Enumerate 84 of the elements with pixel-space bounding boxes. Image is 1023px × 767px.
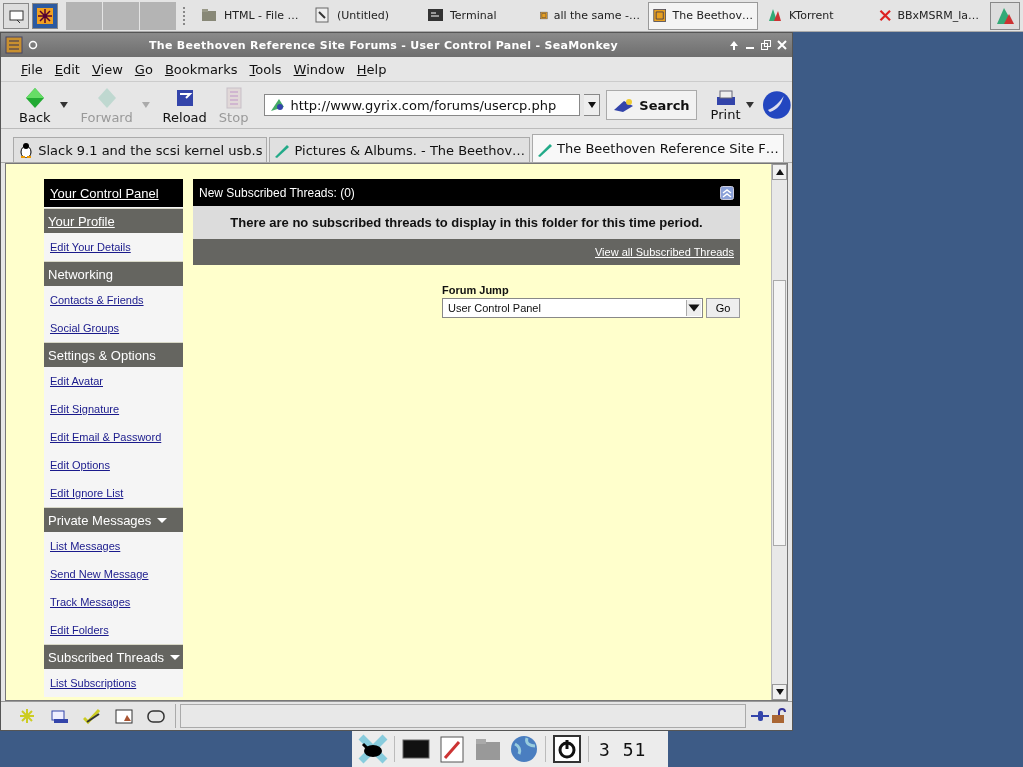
section-heading: Subscribed Threads <box>44 644 183 669</box>
url-dropdown-button[interactable] <box>584 94 601 116</box>
url-field[interactable]: http://www.gyrix.com/forums/usercp.php <box>264 94 581 116</box>
forum-select[interactable]: User Control Panel <box>442 298 704 318</box>
up-arrow-icon[interactable] <box>774 168 785 176</box>
launcher-button[interactable] <box>32 2 58 29</box>
menu-item[interactable]: Window <box>287 61 351 77</box>
star-icon[interactable] <box>19 707 37 725</box>
taskbar-task[interactable]: Terminal <box>422 1 532 30</box>
globe-icon[interactable] <box>509 734 539 764</box>
section-heading: Private Messages <box>44 507 183 532</box>
grid-icon <box>36 6 54 25</box>
menu-item[interactable]: Edit <box>48 61 86 77</box>
padlock-icon[interactable] <box>770 708 788 724</box>
restore-icon[interactable] <box>760 39 772 51</box>
penguin-icon <box>18 142 35 158</box>
torrent-icon <box>766 7 783 24</box>
menu-item[interactable]: Bookmarks <box>158 61 244 77</box>
section-heading: Networking <box>44 261 183 286</box>
window-icon <box>7 7 25 24</box>
taskbar-task[interactable]: (Untitled) <box>309 1 419 30</box>
mouse-logo-icon[interactable] <box>358 734 388 764</box>
sidebar-link[interactable]: Edit Ignore List <box>50 487 124 499</box>
menu-item[interactable]: Tools <box>243 61 288 77</box>
sidebar-link[interactable]: Edit Your Details <box>50 241 131 253</box>
caret-icon[interactable] <box>586 101 597 109</box>
sidebar-link[interactable]: Edit Signature <box>50 403 120 415</box>
menu-item[interactable]: View <box>85 61 129 77</box>
taskbar-task[interactable]: all the same -… <box>535 1 645 30</box>
taskbar-task[interactable]: HTML - File … <box>196 1 306 30</box>
power-icon[interactable] <box>552 734 582 764</box>
dropdown-caret-icon <box>686 300 702 316</box>
menu-item[interactable]: Go <box>128 61 159 77</box>
print-button[interactable]: Print <box>710 88 741 122</box>
dropdown-caret-icon[interactable] <box>744 101 755 109</box>
close-icon[interactable] <box>776 39 788 51</box>
window-title: The Beethoven Reference Site Forums - User Control Panel - SeaMonkey <box>147 38 620 52</box>
tray-button[interactable] <box>990 1 1020 30</box>
folder-icon <box>201 7 218 24</box>
sidebar-link[interactable]: Edit Folders <box>50 624 109 636</box>
empty-message: There are no subscribed threads to display in this folder for this time period. <box>193 206 740 239</box>
circle-icon[interactable] <box>27 39 39 51</box>
taskbar-task[interactable]: The Beethov… <box>648 1 758 30</box>
toolbar-button[interactable]: Reload <box>158 85 211 125</box>
dropdown-caret-icon[interactable] <box>58 101 69 109</box>
sidebar-link[interactable]: Edit Options <box>50 459 110 471</box>
panel-title: New Subscribed Threads: (0) <box>199 185 355 200</box>
section-heading[interactable]: Your Profile <box>44 208 183 233</box>
sidebar-link[interactable]: Contacts & Friends <box>50 294 144 306</box>
sidebar-link[interactable]: Track Messages <box>50 596 131 608</box>
down-arrow-icon[interactable] <box>774 688 785 696</box>
search-button[interactable]: Search <box>606 90 697 120</box>
browser-tab[interactable]: The Beethoven Reference Site F… <box>532 134 784 162</box>
editor-icon <box>314 7 331 24</box>
app-icon <box>5 36 23 54</box>
sidebar-link[interactable]: List Subscriptions <box>50 677 137 689</box>
taskbar-task[interactable]: BBxMSRM_la… <box>874 1 984 30</box>
sidebar-link[interactable]: Edit Email & Password <box>50 431 162 443</box>
notepad-icon[interactable] <box>437 734 467 764</box>
image-icon[interactable] <box>115 707 133 725</box>
menu-item[interactable]: Help <box>350 61 393 77</box>
sidebar-link[interactable]: List Messages <box>50 540 121 552</box>
taskbar-task[interactable]: KTorrent <box>761 1 871 30</box>
browser-tab[interactable]: Slack 9.1 and the scsi kernel usb.s <box>13 137 268 162</box>
app-menu-button[interactable] <box>3 2 29 29</box>
menu-item[interactable]: File <box>15 61 49 77</box>
go-button[interactable]: Go <box>706 298 740 318</box>
browser-tab[interactable]: Pictures & Albums. - The Beethov… <box>269 137 531 162</box>
scrollbar[interactable] <box>771 164 787 700</box>
toolbar-button[interactable]: Back <box>15 85 55 125</box>
connection-plug-icon[interactable] <box>750 708 770 724</box>
cross-icon <box>879 7 892 24</box>
sidebar-link[interactable]: Social Groups <box>50 322 120 334</box>
mail-icon[interactable] <box>51 707 69 725</box>
section-heading: Settings & Options <box>44 342 183 367</box>
sidebar-link[interactable]: Send New Message <box>50 568 149 580</box>
collapse-icon[interactable] <box>720 185 734 200</box>
forum-jump-label: Forum Jump <box>442 284 510 296</box>
view-all-link[interactable]: View all Subscribed Threads <box>595 246 734 258</box>
terminal-icon <box>427 7 444 24</box>
clock: 3 51 <box>599 738 647 760</box>
site-icon <box>269 97 286 113</box>
sidebar-link[interactable]: Edit Avatar <box>50 375 103 387</box>
app-icon <box>653 7 667 24</box>
